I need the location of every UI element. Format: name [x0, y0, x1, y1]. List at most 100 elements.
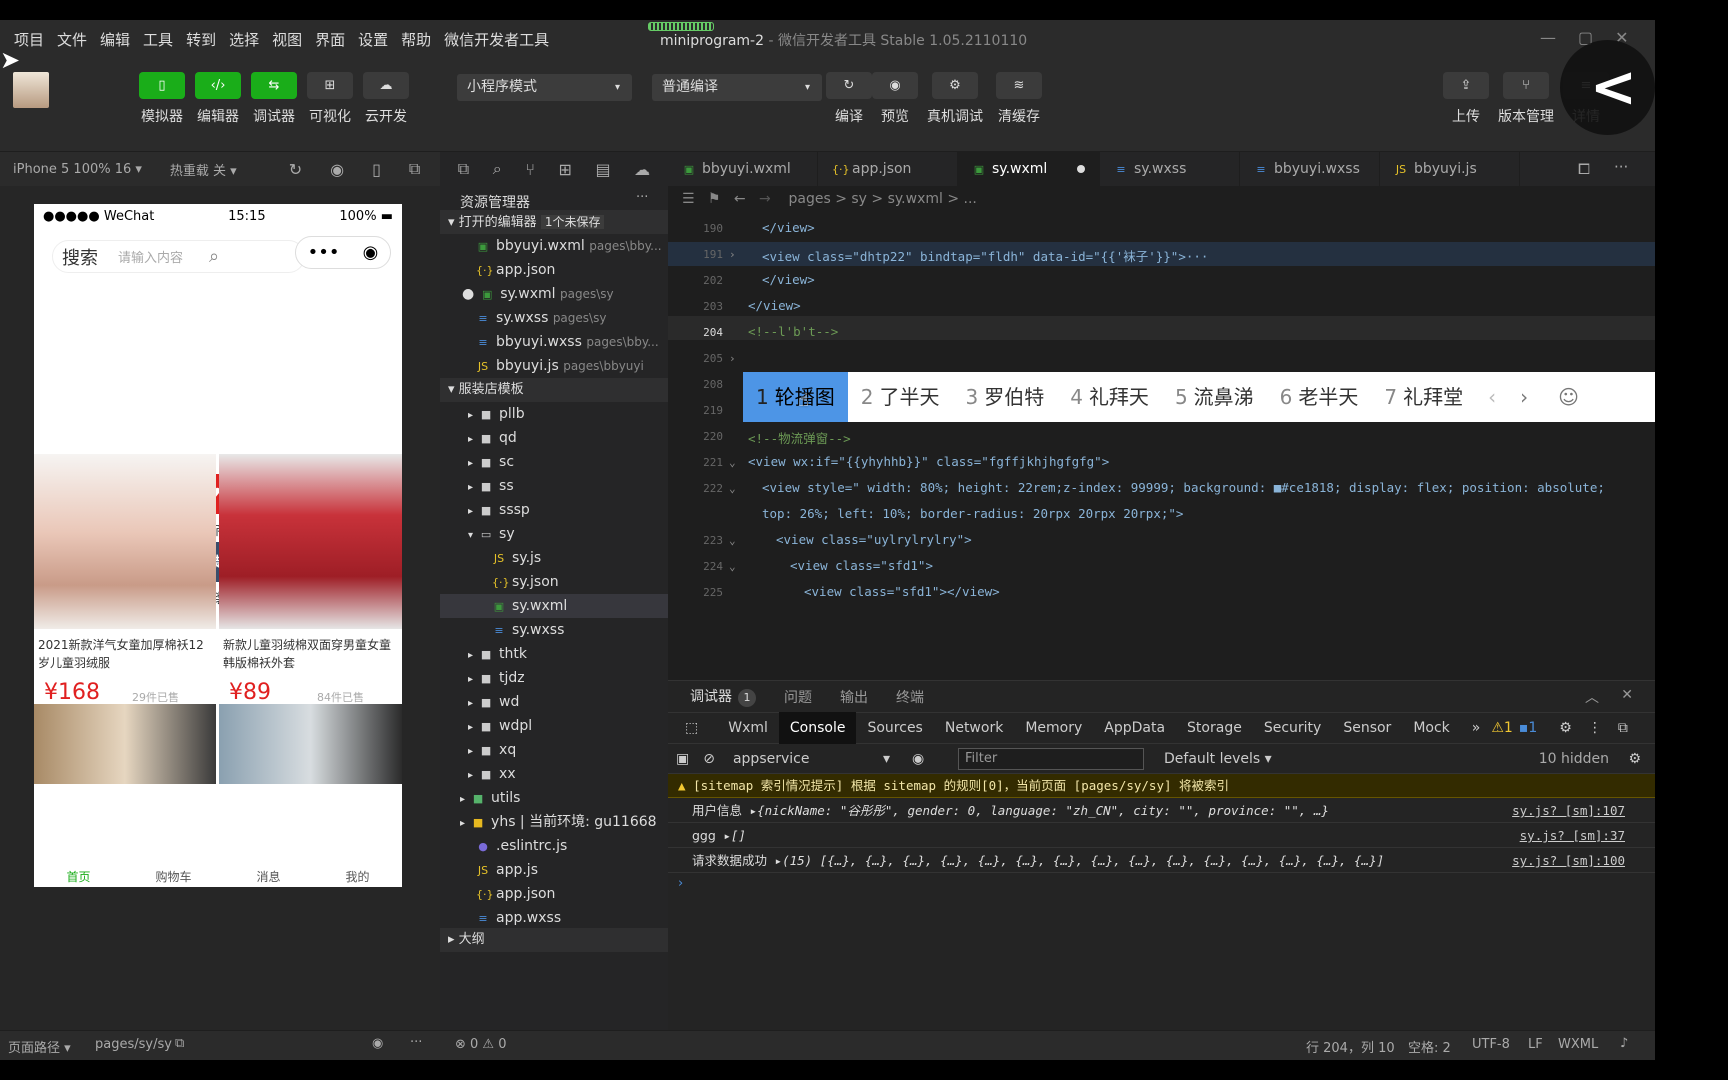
ime-prev-icon[interactable]: ‹	[1488, 385, 1496, 409]
log-source-link[interactable]: sy.js? [sm]:107	[1512, 799, 1625, 822]
toolbar-right-button[interactable]: ⑂	[1503, 72, 1549, 99]
toolbar-mid-button[interactable]: ◉	[872, 72, 918, 99]
tree-item[interactable]: ▸ ■ pllb	[440, 402, 668, 426]
tree-item[interactable]: JS sy.js	[440, 546, 668, 570]
undock-icon[interactable]: ⧉	[1618, 720, 1628, 736]
console-prompt-icon[interactable]: ›	[678, 876, 683, 891]
editor-tab[interactable]: {·} app.json	[818, 152, 958, 186]
panel-tab[interactable]: AppData	[1093, 712, 1176, 744]
open-file-item[interactable]: ≡ bbyuyi.wxss pages\bby...	[440, 330, 668, 354]
search-icon[interactable]: ⌕	[209, 246, 219, 267]
code-line[interactable]: <view class="sfd1"></view>	[804, 584, 1000, 599]
panel-tab[interactable]: Mock	[1402, 712, 1460, 744]
fold-expanded-icon[interactable]: ⌄	[729, 560, 736, 573]
page-path-label[interactable]: 页面路径 ▾	[8, 1037, 71, 1056]
code-line[interactable]: <!--l'b't-->	[748, 324, 838, 339]
open-editors-section[interactable]: ▾ 打开的编辑器 1个未保存	[440, 210, 668, 234]
fold-expanded-icon[interactable]: ⌄	[729, 456, 736, 469]
console-filter-input[interactable]: Filter	[958, 748, 1144, 770]
panel-tab[interactable]: Security	[1253, 712, 1333, 744]
back-arrow-icon[interactable]: <	[1590, 60, 1637, 116]
close-panel-icon[interactable]: ✕	[1621, 687, 1633, 703]
ime-next-icon[interactable]: ›	[1520, 385, 1528, 409]
hot-reload-toggle[interactable]: 热重载 关 ▾	[170, 160, 237, 179]
device-select[interactable]: iPhone 5 100% 16 ▾	[13, 162, 142, 177]
forward-icon[interactable]: →	[759, 191, 771, 207]
ime-candidate[interactable]: 3 罗伯特	[952, 372, 1057, 422]
extensions-icon[interactable]: ⊞	[558, 160, 571, 179]
tree-item[interactable]: ▸ ■ qd	[440, 426, 668, 450]
tree-item[interactable]: ▸ ■ sc	[440, 450, 668, 474]
tab-output[interactable]: 输出	[840, 687, 868, 707]
fold-collapsed-icon[interactable]: ›	[729, 352, 736, 365]
git-icon[interactable]: ⑂	[525, 160, 535, 179]
split-editor-icon[interactable]: ⧠	[1578, 160, 1590, 178]
console-row[interactable]: ▲ [sitemap 索引情况提示] 根据 sitemap 的规则[0]，当前页…	[668, 774, 1655, 798]
tree-item[interactable]: {·} app.json	[440, 882, 668, 906]
log-object[interactable]: ▸(15) [{…}, {…}, {…}, {…}, {…}, {…}, {…}…	[775, 853, 1385, 868]
log-object[interactable]: ▸[]	[723, 828, 746, 843]
tab-problems[interactable]: 问题	[784, 687, 812, 707]
encoding[interactable]: UTF-8	[1472, 1037, 1510, 1052]
code-line[interactable]: </view>	[762, 272, 815, 287]
clear-console-icon[interactable]: ⊘	[703, 751, 715, 767]
settings-icon[interactable]: ⚙	[1559, 720, 1572, 736]
code-line[interactable]: <view style=" width: 80%; height: 22rem;…	[762, 480, 1605, 495]
product-card[interactable]: 2021新款洋气女童加厚棉袄12岁儿童羽绒服 ¥168 29件已售	[34, 454, 216, 705]
ime-candidate[interactable]: 1 轮播图	[743, 372, 848, 422]
indent-setting[interactable]: 空格: 2	[1408, 1037, 1451, 1056]
back-icon[interactable]: ←	[734, 191, 746, 207]
menu-item[interactable]: 转到	[186, 29, 216, 50]
more-panels-icon[interactable]: »	[1461, 712, 1492, 744]
tab-debugger[interactable]: 调试器 1	[690, 686, 756, 707]
tree-item[interactable]: ▸ ■ xx	[440, 762, 668, 786]
tree-item[interactable]: ▣ sy.wxml	[440, 594, 668, 618]
line-ending[interactable]: LF	[1528, 1037, 1543, 1052]
more-icon[interactable]: ···	[410, 1035, 422, 1050]
console-row[interactable]: 用户信息 ▸{nickName: "谷彤彤", gender: 0, langu…	[668, 799, 1655, 823]
kebab-icon[interactable]: ⋮	[1588, 720, 1602, 736]
tab-me[interactable]: 我的	[345, 868, 369, 885]
code-line[interactable]: </view>	[748, 298, 801, 313]
editor-tab[interactable]: ≡ bbyuyi.wxss	[1240, 152, 1380, 186]
menu-item[interactable]: 设置	[358, 29, 388, 50]
search-input[interactable]: 请输入内容	[118, 247, 183, 266]
open-file-item[interactable]: ● ▣ sy.wxml pages\sy	[440, 282, 668, 306]
code-line[interactable]: <!--物流弹窗-->	[748, 428, 851, 447]
code-line[interactable]: <view class="sfd1">	[790, 558, 933, 573]
tree-item[interactable]: ≡ app.wxss	[440, 906, 668, 930]
product-image[interactable]	[219, 704, 402, 784]
emoji-icon[interactable]: ☺	[1558, 385, 1579, 409]
ime-candidate[interactable]: 6 老半天	[1267, 372, 1372, 422]
tree-item[interactable]: ▸ ■ yhs | 当前环境: gu11668	[440, 810, 668, 834]
tab-terminal[interactable]: 终端	[896, 687, 924, 707]
tree-item[interactable]: JS app.js	[440, 858, 668, 882]
panel-tab[interactable]: Network	[934, 712, 1014, 744]
sidebar-toggle-icon[interactable]: ▣	[676, 751, 689, 767]
product-card[interactable]: 新款儿童羽绒棉双面穿男童女童韩版棉袄外套 ¥89 84件已售	[219, 454, 402, 705]
toolbar-left-button[interactable]: ‹/›	[195, 72, 241, 99]
log-levels-select[interactable]: Default levels ▾	[1164, 751, 1272, 767]
fold-collapsed-icon[interactable]: ›	[729, 248, 736, 261]
editor-tab[interactable]: ▣ bbyuyi.wxml	[668, 152, 818, 186]
open-file-item[interactable]: JS bbyuyi.js pages\bbyuyi	[440, 354, 668, 378]
toolbar-left-button[interactable]: ☁	[363, 72, 409, 99]
editor-tab[interactable]: JS bbyuyi.js	[1380, 152, 1520, 186]
menu-item[interactable]: 选择	[229, 29, 259, 50]
toolbar-mid-button[interactable]: ↻	[826, 72, 872, 99]
search-icon[interactable]: ⌕	[493, 159, 502, 179]
panel-tab[interactable]: Wxml	[717, 712, 779, 744]
tree-item[interactable]: ▸ ■ ss	[440, 474, 668, 498]
product-image[interactable]	[34, 704, 216, 784]
ime-candidate[interactable]: 4 礼拜天	[1057, 372, 1162, 422]
fold-expanded-icon[interactable]: ⌄	[729, 534, 736, 547]
tree-item[interactable]: ▾ ▭ sy	[440, 522, 668, 546]
search-bar[interactable]: 搜索 请输入内容 ⌕	[52, 240, 305, 273]
tree-item[interactable]: ▸ ■ tjdz	[440, 666, 668, 690]
unsaved-dot-icon[interactable]	[1077, 165, 1086, 173]
toolbar-mid-button[interactable]: ⚙	[932, 72, 978, 99]
tree-item[interactable]: ▸ ■ utils	[440, 786, 668, 810]
breadcrumb-path[interactable]: pages > sy > sy.wxml > ...	[788, 191, 976, 207]
project-section[interactable]: ▾ 服装店模板	[440, 378, 668, 402]
code-line[interactable]: top: 26%; left: 10%; border-radius: 20rp…	[762, 506, 1183, 521]
